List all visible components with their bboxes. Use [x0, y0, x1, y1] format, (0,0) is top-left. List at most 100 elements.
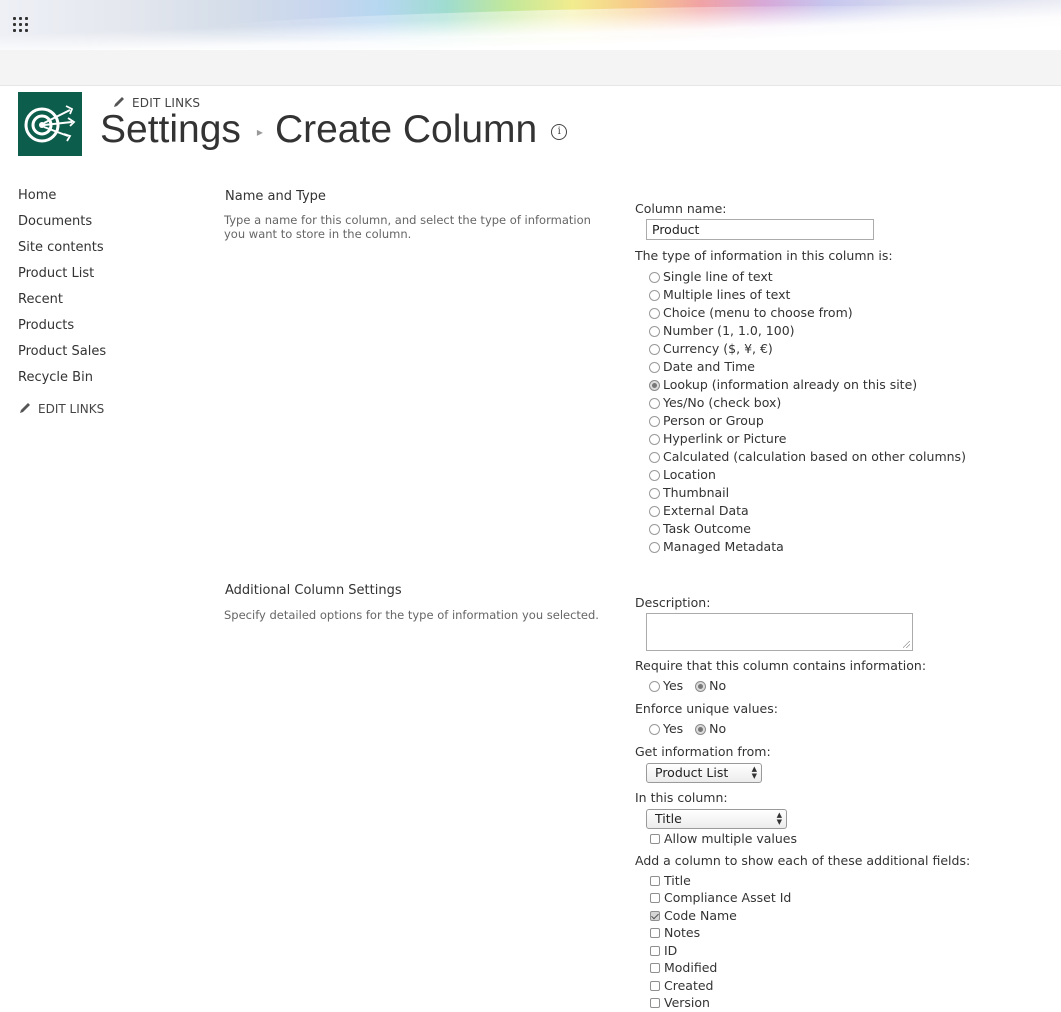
nav-item-recent[interactable]: Recent: [18, 292, 106, 318]
column-name-input[interactable]: [646, 219, 874, 240]
radio-button-selected[interactable]: [695, 681, 707, 692]
type-option-multiple-lines[interactable]: Multiple lines of text: [649, 287, 790, 305]
type-option-label: Date and Time: [663, 359, 755, 374]
radio-button[interactable]: [649, 326, 660, 337]
field-label: Notes: [664, 925, 701, 940]
type-option-yes-no[interactable]: Yes/No (check box): [649, 395, 781, 413]
checkbox[interactable]: [650, 834, 660, 844]
require-yes-label: Yes: [663, 678, 684, 693]
radio-button[interactable]: [649, 542, 660, 553]
type-option-label: Thumbnail: [663, 485, 730, 500]
site-logo[interactable]: [18, 92, 82, 156]
checkbox[interactable]: [650, 876, 660, 886]
radio-button[interactable]: [649, 416, 660, 427]
type-option-thumbnail[interactable]: Thumbnail: [649, 485, 729, 503]
field-modified[interactable]: Modified: [650, 960, 717, 977]
checkbox[interactable]: [650, 928, 660, 938]
breadcrumb-settings[interactable]: Settings: [100, 108, 241, 151]
radio-button[interactable]: [649, 290, 660, 301]
info-icon[interactable]: i: [551, 124, 568, 140]
nav-item-product-sales[interactable]: Product Sales: [18, 344, 106, 370]
nav-item-site-contents[interactable]: Site contents: [18, 240, 106, 266]
column-name-label: Column name:: [635, 201, 727, 216]
quick-launch: Home Documents Site contents Product Lis…: [18, 188, 106, 416]
type-option-choice[interactable]: Choice (menu to choose from): [649, 305, 853, 323]
type-option-calculated[interactable]: Calculated (calculation based on other c…: [649, 449, 966, 467]
pencil-icon: [20, 403, 30, 413]
type-option-currency[interactable]: Currency ($, ¥, €): [649, 341, 773, 359]
unique-yes-option[interactable]: Yes: [649, 721, 683, 736]
type-label: The type of information in this column i…: [635, 248, 893, 263]
radio-button-selected[interactable]: [649, 380, 660, 391]
checkbox[interactable]: [650, 963, 660, 973]
additional-fields-label: Add a column to show each of these addit…: [635, 853, 971, 868]
type-option-lookup[interactable]: Lookup (information already on this site…: [649, 377, 917, 395]
radio-button[interactable]: [649, 524, 660, 535]
allow-multiple-checkbox-row[interactable]: Allow multiple values: [650, 831, 797, 848]
type-option-number[interactable]: Number (1, 1.0, 100): [649, 323, 795, 341]
type-option-managed-metadata[interactable]: Managed Metadata: [649, 539, 784, 557]
type-option-hyperlink[interactable]: Hyperlink or Picture: [649, 431, 786, 449]
checkbox-checked[interactable]: [650, 911, 660, 921]
radio-button[interactable]: [649, 272, 660, 283]
type-option-task-outcome[interactable]: Task Outcome: [649, 521, 751, 539]
field-code-name[interactable]: Code Name: [650, 908, 737, 925]
field-title[interactable]: Title: [650, 873, 691, 890]
type-option-person-group[interactable]: Person or Group: [649, 413, 764, 431]
type-option-date-time[interactable]: Date and Time: [649, 359, 755, 377]
type-option-label: Number (1, 1.0, 100): [663, 323, 795, 338]
nav-item-home[interactable]: Home: [18, 188, 106, 214]
edit-links-nav[interactable]: EDIT LINKS: [18, 401, 106, 416]
require-no-option[interactable]: No: [695, 678, 726, 693]
type-option-single-line[interactable]: Single line of text: [649, 269, 773, 287]
radio-button[interactable]: [649, 506, 660, 517]
unique-label: Enforce unique values:: [635, 701, 778, 716]
get-info-select[interactable]: Product List ▲ ▼: [646, 763, 762, 783]
nav-item-products[interactable]: Products: [18, 318, 106, 344]
checkbox[interactable]: [650, 981, 660, 991]
radio-button[interactable]: [649, 488, 660, 499]
field-label: Created: [664, 978, 714, 993]
radio-button[interactable]: [649, 362, 660, 373]
unique-no-option[interactable]: No: [695, 721, 726, 736]
target-arrows-logo-icon: [24, 105, 76, 143]
app-launcher-waffle-icon[interactable]: [13, 17, 30, 34]
type-option-label: Choice (menu to choose from): [663, 305, 853, 320]
radio-button[interactable]: [649, 452, 660, 463]
radio-button[interactable]: [649, 398, 660, 409]
field-compliance-asset-id[interactable]: Compliance Asset Id: [650, 890, 791, 907]
allow-multiple-label: Allow multiple values: [664, 831, 798, 846]
radio-button[interactable]: [649, 344, 660, 355]
field-id[interactable]: ID: [650, 943, 677, 960]
radio-button-selected[interactable]: [695, 724, 707, 735]
require-yes-option[interactable]: Yes: [649, 678, 683, 693]
type-option-location[interactable]: Location: [649, 467, 716, 485]
radio-button[interactable]: [649, 308, 660, 319]
type-option-label: Currency ($, ¥, €): [663, 341, 773, 356]
radio-button[interactable]: [649, 434, 660, 445]
checkbox[interactable]: [650, 946, 660, 956]
radio-button[interactable]: [649, 724, 660, 735]
radio-button[interactable]: [649, 470, 660, 481]
checkbox[interactable]: [650, 893, 660, 903]
field-notes[interactable]: Notes: [650, 925, 700, 942]
type-option-label: Lookup (information already on this site…: [663, 377, 918, 392]
description-label: Description:: [635, 595, 711, 610]
nav-item-product-list[interactable]: Product List: [18, 266, 106, 292]
type-option-external-data[interactable]: External Data: [649, 503, 749, 521]
page-title-text: Create Column: [274, 108, 538, 151]
field-created[interactable]: Created: [650, 978, 713, 995]
select-arrows-icon: ▲ ▼: [751, 765, 757, 780]
get-info-value: Product List: [655, 765, 729, 780]
checkbox[interactable]: [650, 998, 660, 1008]
description-textarea[interactable]: [646, 613, 913, 651]
resize-grip-icon[interactable]: [903, 641, 910, 648]
type-option-label: Managed Metadata: [663, 539, 784, 554]
nav-item-recycle-bin[interactable]: Recycle Bin: [18, 370, 106, 396]
ribbon-bar: [0, 50, 1061, 86]
get-info-label: Get information from:: [635, 744, 771, 759]
field-version[interactable]: Version: [650, 995, 710, 1012]
in-column-select[interactable]: Title ▲ ▼: [646, 809, 787, 829]
nav-item-documents[interactable]: Documents: [18, 214, 106, 240]
radio-button[interactable]: [649, 681, 660, 692]
